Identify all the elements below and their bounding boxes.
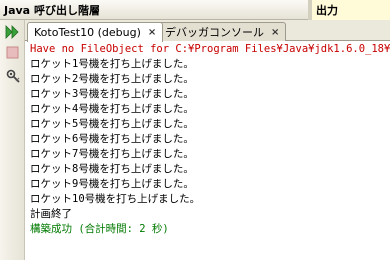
output-line: 計画終了 bbox=[30, 208, 72, 220]
output-line: ロケット10号機を打ち上げました。 bbox=[30, 193, 201, 205]
output-tab-strip: KotoTest10 (debug) × デバッガコンソール × bbox=[25, 20, 390, 42]
tab-label: デバッガコンソール bbox=[165, 26, 264, 39]
panel-header-bar: Java 呼び出し階層 出力 bbox=[0, 0, 390, 20]
close-icon[interactable]: × bbox=[148, 27, 156, 38]
output-panel-title[interactable]: 出力 bbox=[312, 0, 390, 20]
output-line: ロケット1号機を打ち上げました。 bbox=[30, 58, 194, 70]
output-line: ロケット8号機を打ち上げました。 bbox=[30, 163, 194, 175]
settings-icon bbox=[6, 69, 20, 83]
output-line: ロケット7号機を打ち上げました。 bbox=[30, 148, 194, 160]
output-side-toolbar bbox=[0, 20, 25, 260]
output-settings-button[interactable] bbox=[4, 67, 21, 84]
output-line: ロケット6号機を打ち上げました。 bbox=[30, 133, 194, 145]
call-hierarchy-panel-title[interactable]: Java 呼び出し階層 bbox=[0, 0, 308, 20]
output-line: ロケット2号機を打ち上げました。 bbox=[30, 73, 194, 85]
output-line: ロケット4号機を打ち上げました。 bbox=[30, 103, 194, 115]
rerun-icon bbox=[5, 24, 19, 39]
close-icon[interactable]: × bbox=[271, 27, 279, 38]
tab-kototest10-debug[interactable]: KotoTest10 (debug) × bbox=[27, 22, 164, 42]
output-line: ロケット9号機を打ち上げました。 bbox=[30, 178, 194, 190]
tab-label: KotoTest10 (debug) bbox=[34, 26, 141, 39]
output-line: Have no FileObject for C:¥Program Files¥… bbox=[30, 43, 390, 55]
stop-icon bbox=[6, 46, 19, 59]
output-line: ロケット5号機を打ち上げました。 bbox=[30, 118, 194, 130]
output-line: ロケット3号機を打ち上げました。 bbox=[30, 88, 194, 100]
output-console[interactable]: Have no FileObject for C:¥Program Files¥… bbox=[26, 41, 390, 260]
stop-button[interactable] bbox=[4, 44, 21, 61]
tab-debugger-console[interactable]: デバッガコンソール × bbox=[158, 22, 287, 41]
rerun-button[interactable] bbox=[4, 23, 21, 40]
build-status-line: 構築成功 (合計時間: 2 秒) bbox=[30, 223, 169, 235]
